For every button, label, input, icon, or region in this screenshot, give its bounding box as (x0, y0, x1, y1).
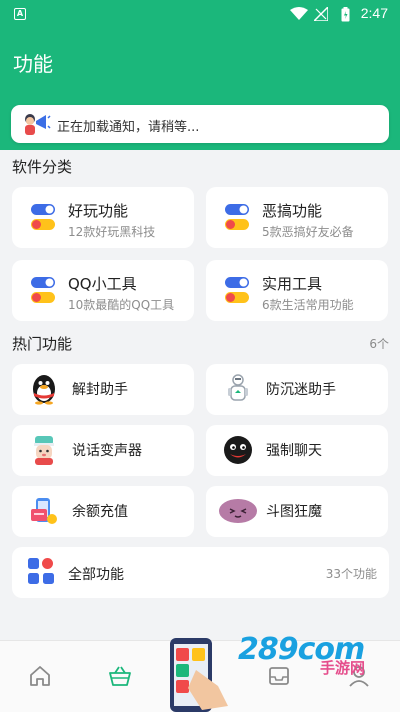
hot-item-name: 斗图狂魔 (266, 504, 322, 520)
status-bar: A 2:47 (0, 0, 400, 28)
all-functions-label: 全部功能 (68, 567, 124, 583)
hot-item-name: 说话变声器 (72, 443, 142, 459)
hot-item-unban[interactable]: 解封助手 (12, 364, 194, 415)
qq-face-icon (224, 436, 252, 464)
category-desc: 10款最酷的QQ工具 (68, 298, 175, 312)
notice-banner[interactable]: 正在加载通知，请稍等... (11, 105, 389, 143)
toggle-icon (225, 277, 249, 303)
robot-icon (228, 374, 248, 401)
basket-icon[interactable] (108, 665, 132, 687)
category-desc: 12款好玩黑科技 (68, 225, 156, 239)
watermark-phone-hand-logo (170, 638, 228, 712)
category-name: 恶搞功能 (262, 202, 323, 220)
hot-count: 6个 (369, 337, 389, 351)
hot-item-meme-battle[interactable]: 斗图狂魔 (206, 486, 388, 537)
category-desc: 6款生活常用功能 (262, 298, 354, 312)
watermark-subtext: 手游网 (320, 659, 366, 677)
battery-icon (341, 7, 350, 22)
hot-item-force-chat[interactable]: 强制聊天 (206, 425, 388, 476)
category-name: 实用工具 (262, 275, 323, 293)
toggle-icon (31, 277, 55, 303)
section-title-hot: 热门功能 (12, 335, 73, 353)
category-card-fun[interactable]: 好玩功能 12款好玩黑科技 (12, 187, 194, 248)
hot-item-name: 防沉迷助手 (266, 382, 336, 398)
category-name: 好玩功能 (68, 202, 129, 220)
toggle-icon (31, 204, 55, 230)
grid-apps-icon (28, 558, 54, 584)
app-notification-icon: A (14, 8, 26, 20)
hot-item-anti-addiction[interactable]: 防沉迷助手 (206, 364, 388, 415)
inbox-icon[interactable] (268, 665, 290, 687)
character-icon (34, 436, 54, 465)
wallet-icon (31, 498, 57, 524)
status-time: 2:47 (360, 5, 388, 21)
blob-face-icon (219, 499, 257, 523)
home-icon[interactable] (29, 665, 51, 687)
toggle-icon (225, 204, 249, 230)
section-title-categories: 软件分类 (12, 158, 73, 176)
all-functions-row[interactable]: 全部功能 33个功能 (12, 547, 389, 598)
hot-item-name: 强制聊天 (266, 443, 322, 459)
hot-item-name: 解封助手 (72, 382, 128, 398)
megaphone-person-icon (25, 114, 51, 135)
hot-item-recharge[interactable]: 余额充值 (12, 486, 194, 537)
category-card-qq-tools[interactable]: QQ小工具 10款最酷的QQ工具 (12, 260, 194, 321)
page-title: 功能 (13, 52, 53, 76)
all-functions-count: 33个功能 (325, 567, 377, 581)
hot-item-name: 余额充值 (72, 504, 128, 520)
category-desc: 5款恶搞好友必备 (262, 225, 354, 239)
category-card-utilities[interactable]: 实用工具 6款生活常用功能 (206, 260, 388, 321)
qq-penguin-icon (33, 375, 55, 405)
signal-icon (314, 7, 328, 21)
notice-text: 正在加载通知，请稍等... (57, 120, 200, 135)
wifi-icon (290, 7, 308, 20)
hot-item-voice-changer[interactable]: 说话变声器 (12, 425, 194, 476)
category-card-prank[interactable]: 恶搞功能 5款恶搞好友必备 (206, 187, 388, 248)
category-name: QQ小工具 (68, 275, 137, 293)
